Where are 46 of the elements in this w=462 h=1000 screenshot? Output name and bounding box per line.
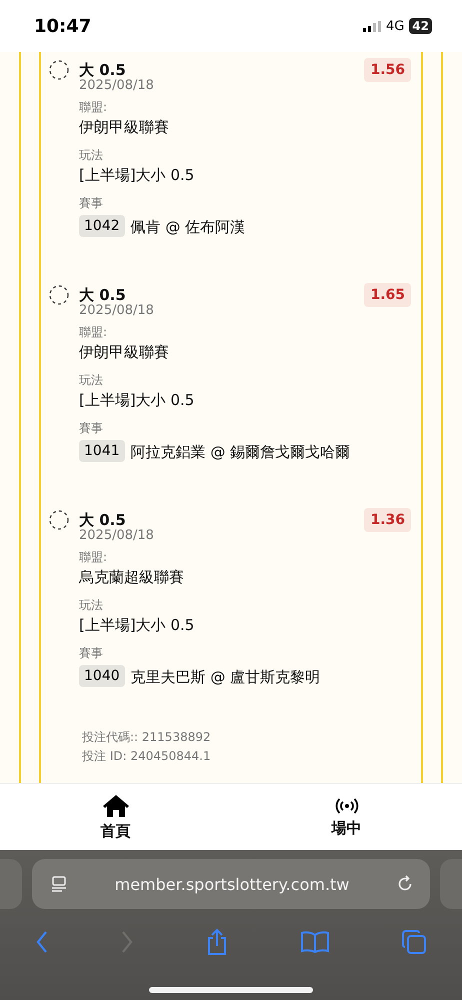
- battery-indicator: 42: [409, 18, 432, 34]
- odds-badge: 1.36: [364, 508, 411, 532]
- field-label: 賽事: [79, 420, 103, 437]
- tab-bar-item[interactable]: 首頁: [0, 784, 231, 850]
- selection-title: 大 0.5: [79, 60, 126, 79]
- field-label: 聯盟:: [79, 549, 108, 566]
- field-label: 賽事: [79, 645, 103, 662]
- bet-date: 2025/08/18: [79, 303, 155, 318]
- market-name: [上半場]大小 0.5: [79, 391, 194, 410]
- event-name: 佩肯 @ 佐布阿漢: [130, 218, 246, 236]
- field-label: 聯盟:: [79, 324, 108, 341]
- home-icon: [102, 794, 130, 818]
- field-label: 玩法: [79, 372, 103, 389]
- pending-status-icon: [49, 60, 69, 80]
- bet-date: 2025/08/18: [79, 78, 155, 93]
- address-bar[interactable]: member.sportslottery.com.tw: [32, 859, 430, 909]
- odds-badge: 1.56: [364, 58, 411, 82]
- field-label: 玩法: [79, 597, 103, 614]
- network-label: 4G: [386, 18, 404, 34]
- page-menu-icon: [50, 875, 68, 893]
- pending-status-icon: [49, 510, 69, 530]
- bet-code-text: 投注代碼:: 211538892: [82, 729, 212, 746]
- pending-status-icon: [49, 285, 69, 305]
- field-label: 玩法: [79, 147, 103, 164]
- bet-date: 2025/08/18: [79, 528, 155, 543]
- reload-icon[interactable]: [396, 875, 414, 893]
- signal-icon: [362, 20, 381, 32]
- league-name: 烏克蘭超級聯賽: [79, 568, 184, 587]
- selection-title: 大 0.5: [79, 286, 126, 304]
- event-code-tag: 1041: [79, 440, 125, 462]
- broadcast-icon: [334, 796, 358, 814]
- tab-bar-item[interactable]: 場中: [231, 784, 462, 850]
- event-code-tag: 1040: [79, 665, 125, 687]
- league-name: 伊朗甲級聯賽: [79, 118, 169, 137]
- field-label: 聯盟:: [79, 99, 108, 116]
- event-name: 克里夫巴斯 @ 盧甘斯克黎明: [130, 668, 320, 686]
- odds-badge: 1.65: [364, 283, 411, 307]
- event-code-tag: 1042: [79, 215, 125, 237]
- field-label: 賽事: [79, 195, 103, 212]
- event-name: 阿拉克鋁業 @ 錫爾詹戈爾戈哈爾: [130, 442, 350, 462]
- league-name: 伊朗甲級聯賽: [79, 343, 169, 362]
- selection-title: 大 0.5: [79, 510, 126, 529]
- bet-code-text: 投注 ID: 240450844.1: [82, 748, 212, 765]
- market-name: [上半場]大小 0.5: [79, 616, 194, 635]
- market-name: [上半場]大小 0.5: [79, 166, 194, 185]
- status-time: 10:47: [34, 16, 92, 36]
